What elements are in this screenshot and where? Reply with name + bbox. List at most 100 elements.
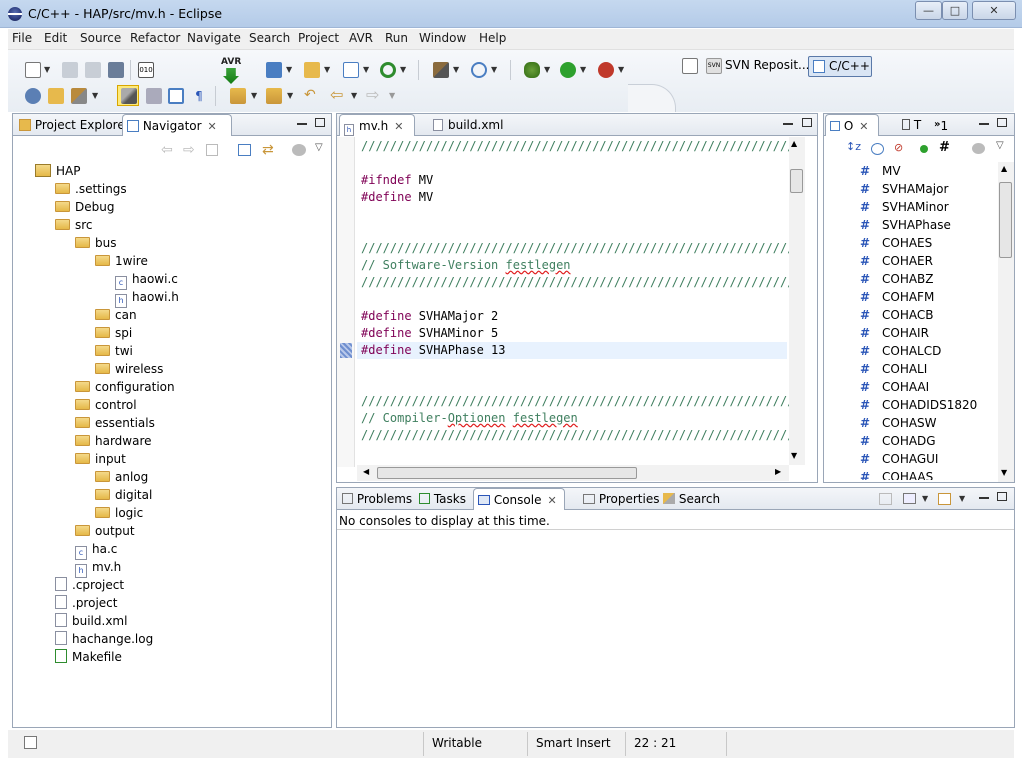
chevron-down-icon[interactable]: ▼ [400,65,406,74]
hide-static-icon[interactable]: ⊘ [894,141,903,154]
block-selection-icon[interactable] [168,88,184,104]
tree-item[interactable]: 1wire [95,252,148,270]
outline-item[interactable]: # COHALCD [854,342,941,360]
tab-console[interactable]: Console ✕ [473,488,565,510]
save-icon[interactable] [62,62,78,78]
tab-properties[interactable]: Properties [579,488,659,510]
chevron-down-icon[interactable]: ▼ [286,65,292,74]
target-icon[interactable] [471,62,487,78]
tab-build-xml[interactable]: build.xml [429,114,529,136]
maximize-view-icon[interactable] [997,492,1007,501]
outline-item[interactable]: # COHAER [854,252,933,270]
minimize-view-icon[interactable] [979,497,989,499]
toggle-icon[interactable] [146,88,162,104]
outline-item[interactable]: # COHAAI [854,378,929,396]
tree-item[interactable]: control [75,396,137,414]
last-edit-icon[interactable]: ↶ [304,88,320,104]
mark-occurrences-button[interactable] [117,85,139,106]
open-folder-icon[interactable] [48,88,64,104]
hide-fields-icon[interactable] [871,143,884,155]
show-whitespace-icon[interactable]: ¶ [191,88,207,104]
scrollbar-thumb[interactable] [790,169,803,193]
tree-item[interactable]: hardware [75,432,152,450]
new-class-icon[interactable] [343,62,359,78]
tree-item[interactable]: Debug [55,198,114,216]
menu-edit[interactable]: Edit [44,31,67,45]
filter-icon[interactable] [292,144,306,156]
chevron-down-icon[interactable]: ▼ [351,91,357,100]
fast-view-icon[interactable] [24,736,37,749]
outline-item[interactable]: # COHAES [854,234,932,252]
menu-window[interactable]: Window [419,31,466,45]
chevron-down-icon[interactable]: ▼ [491,65,497,74]
outline-item[interactable]: # COHABZ [854,270,934,288]
hide-macros-icon[interactable]: # [939,140,950,155]
chevron-down-icon[interactable]: ▼ [363,65,369,74]
view-menu-icon[interactable]: ▽ [996,140,1004,151]
minimize-view-icon[interactable] [783,123,793,125]
maximize-view-icon[interactable] [802,118,812,127]
tree-item[interactable]: hachange.log [55,630,153,648]
tree-item[interactable]: digital [95,486,152,504]
tree-item[interactable]: h mv.h [75,558,121,578]
code-area[interactable]: ////////////////////////////////////////… [361,138,789,468]
menu-help[interactable]: Help [479,31,506,45]
tab-tasks[interactable]: Tasks [415,488,473,510]
scroll-up-icon[interactable]: ▲ [791,139,797,148]
back-icon[interactable]: ⇦ [330,87,346,104]
outline-item[interactable]: # MV [854,162,901,180]
tree-item[interactable]: build.xml [55,612,127,630]
tree-item[interactable]: bus [75,234,116,252]
print-icon[interactable] [108,62,124,78]
scroll-down-icon[interactable]: ▼ [791,451,797,460]
chevron-down-icon[interactable]: ▼ [544,65,550,74]
vertical-scrollbar[interactable]: ▲ ▼ [789,137,805,465]
tree-item[interactable]: .cproject [55,576,124,594]
brush-icon[interactable] [71,88,87,104]
refresh-icon[interactable] [380,62,396,78]
outline-item[interactable]: # COHAIR [854,324,929,342]
save-all-icon[interactable] [85,62,101,78]
menu-run[interactable]: Run [385,31,408,45]
menu-avr[interactable]: AVR [349,31,373,45]
open-perspective-icon[interactable] [682,58,698,74]
debug-icon[interactable] [524,62,540,78]
outline-item[interactable]: # SVHAMajor [854,180,948,198]
open-console-icon[interactable] [938,493,951,505]
outline-item[interactable]: # SVHAMinor [854,198,949,216]
chevron-down-icon[interactable]: ▼ [287,91,293,100]
minimize-view-icon[interactable] [979,123,989,125]
tab-mv-h[interactable]: h mv.h ✕ [339,114,415,136]
scroll-right-icon[interactable]: ▶ [775,467,781,476]
tree-item[interactable]: c haowi.c [115,270,178,290]
chevron-down-icon[interactable]: ▼ [959,494,965,503]
close-icon[interactable]: ✕ [859,120,868,133]
outline-item[interactable]: # COHADG [854,432,936,450]
scroll-left-icon[interactable]: ◀ [363,467,369,476]
chevron-down-icon[interactable]: ▼ [580,65,586,74]
outline-item[interactable]: # COHAFM [854,288,934,306]
close-icon[interactable]: ✕ [547,494,556,507]
tree-item[interactable]: .project [55,594,117,612]
tab-search[interactable]: Search [659,488,721,510]
collapse-all-icon[interactable] [238,144,251,156]
scrollbar-thumb[interactable] [999,182,1012,258]
close-window-button[interactable]: ✕ [972,1,1016,20]
scroll-down-icon[interactable]: ▼ [1001,468,1007,477]
tree-item[interactable]: Makefile [55,648,122,666]
external-tools-icon[interactable] [598,62,614,78]
maximize-view-icon[interactable] [315,118,325,127]
outline-item[interactable]: # SVHAPhase [854,216,951,234]
chevron-down-icon[interactable]: ▼ [618,65,624,74]
chevron-down-icon[interactable]: ▼ [251,91,257,100]
new-icon[interactable] [25,62,41,78]
chevron-down-icon[interactable]: ▼ [324,65,330,74]
forward-icon[interactable]: ⇨ [183,142,195,158]
run-icon[interactable] [560,62,576,78]
hammer-icon[interactable] [433,62,449,78]
forward-icon[interactable]: ⇨ [366,87,382,104]
cvs-icon[interactable] [25,88,41,104]
scrollbar-thumb[interactable] [377,467,637,479]
close-icon[interactable]: ✕ [394,120,403,133]
minimize-view-icon[interactable] [297,123,307,125]
